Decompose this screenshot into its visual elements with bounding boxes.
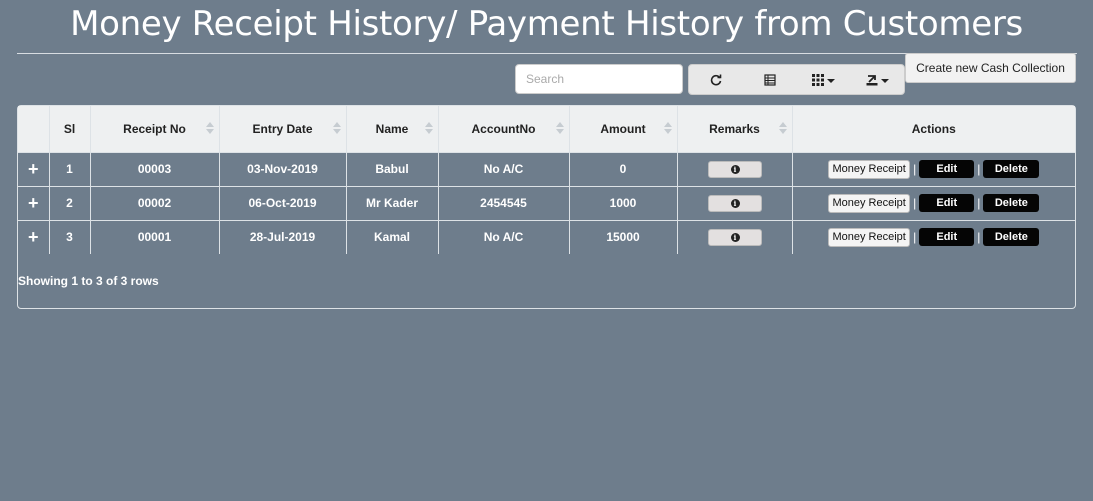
info-icon: i	[730, 164, 740, 174]
cell-account-no: 2454545	[437, 186, 569, 220]
cell-receipt-no: 00001	[89, 220, 219, 254]
sort-icon	[205, 122, 214, 136]
cell-sl: 1	[48, 152, 90, 186]
column-header-label: AccountNo	[471, 121, 536, 136]
cell-entry-date: 28-Jul-2019	[218, 220, 346, 254]
table-row: + 3 00001 28-Jul-2019 Kamal No A/C 15000…	[18, 220, 1075, 254]
cell-name: Babul	[345, 152, 438, 186]
money-receipt-button[interactable]: Money Receipt	[828, 227, 911, 247]
toggle-view-icon	[764, 73, 776, 86]
cell-name: Kamal	[345, 220, 438, 254]
table-row: + 1 00003 03-Nov-2019 Babul No A/C 0 i M…	[18, 152, 1075, 186]
cell-account-no: No A/C	[437, 220, 569, 254]
table-header-row: Sl Receipt No Entry Date Name AccountNo …	[18, 106, 1075, 152]
column-header-amount[interactable]: Amount	[568, 106, 677, 152]
column-header-name[interactable]: Name	[345, 106, 438, 152]
sort-icon	[424, 122, 433, 136]
cell-sl: 2	[48, 186, 90, 220]
cell-amount: 15000	[568, 220, 677, 254]
sort-icon	[555, 122, 564, 136]
money-receipt-button[interactable]: Money Receipt	[828, 193, 911, 213]
separator: |	[913, 230, 917, 245]
column-header-receipt-no[interactable]: Receipt No	[89, 106, 219, 152]
refresh-button[interactable]	[689, 65, 743, 94]
columns-icon	[811, 73, 824, 86]
cell-amount: 0	[568, 152, 677, 186]
remarks-button[interactable]: i	[707, 194, 762, 212]
column-header-label: Entry Date	[252, 121, 313, 136]
column-header-remarks[interactable]: Remarks	[676, 106, 792, 152]
column-header-label: Name	[375, 121, 409, 136]
export-icon	[866, 74, 878, 85]
cell-entry-date: 03-Nov-2019	[218, 152, 346, 186]
sort-icon	[778, 122, 787, 136]
delete-button[interactable]: Delete	[983, 194, 1040, 212]
chevron-down-icon	[826, 78, 835, 83]
delete-button[interactable]: Delete	[983, 228, 1040, 247]
edit-button[interactable]: Edit	[919, 194, 975, 212]
edit-button[interactable]: Edit	[919, 228, 975, 247]
column-header-entry-date[interactable]: Entry Date	[218, 106, 346, 152]
separator: |	[977, 162, 981, 176]
delete-button[interactable]: Delete	[983, 160, 1040, 178]
column-header-actions: Actions	[791, 106, 1075, 152]
remarks-button[interactable]: i	[707, 228, 762, 246]
cell-sl: 3	[48, 220, 90, 254]
info-icon: i	[730, 198, 740, 208]
cell-receipt-no: 00003	[89, 152, 219, 186]
cell-entry-date: 06-Oct-2019	[218, 186, 346, 220]
cell-receipt-no: 00002	[89, 186, 219, 220]
table-toolbar	[688, 64, 905, 95]
column-header-sl[interactable]: Sl	[48, 106, 90, 152]
remarks-button[interactable]: i	[707, 160, 762, 178]
cell-name: Mr Kader	[345, 186, 438, 220]
money-receipt-button[interactable]: Money Receipt	[828, 159, 911, 179]
expand-row-icon[interactable]: +	[28, 159, 39, 179]
refresh-icon	[710, 74, 722, 85]
separator: |	[913, 162, 917, 176]
create-cash-collection-button[interactable]: Create new Cash Collection	[905, 53, 1076, 83]
table-row: + 2 00002 06-Oct-2019 Mr Kader 2454545 1…	[18, 186, 1075, 220]
cell-amount: 1000	[568, 186, 677, 220]
separator: |	[913, 196, 917, 210]
receipts-table: Sl Receipt No Entry Date Name AccountNo …	[17, 105, 1076, 309]
export-button[interactable]	[850, 65, 904, 94]
separator: |	[977, 196, 981, 210]
sort-icon	[663, 122, 672, 136]
separator: |	[977, 230, 981, 245]
columns-button[interactable]	[797, 65, 851, 94]
column-header-expand	[18, 106, 49, 152]
search-input[interactable]	[515, 64, 683, 94]
column-header-account-no[interactable]: AccountNo	[437, 106, 569, 152]
toggle-view-button[interactable]	[743, 65, 797, 94]
column-header-label: Sl	[63, 121, 76, 136]
column-header-label: Remarks	[709, 121, 760, 136]
chevron-down-icon	[880, 78, 889, 83]
info-icon: i	[730, 232, 740, 242]
edit-button[interactable]: Edit	[919, 160, 975, 178]
expand-row-icon[interactable]: +	[28, 227, 39, 247]
page-title: Money Receipt History/ Payment History f…	[70, 4, 1023, 44]
expand-row-icon[interactable]: +	[28, 193, 39, 213]
cell-account-no: No A/C	[437, 152, 569, 186]
pagination-info: Showing 1 to 3 of 3 rows	[18, 274, 159, 288]
column-header-label: Amount	[600, 121, 646, 136]
column-header-label: Receipt No	[123, 121, 186, 136]
sort-icon	[332, 122, 341, 136]
